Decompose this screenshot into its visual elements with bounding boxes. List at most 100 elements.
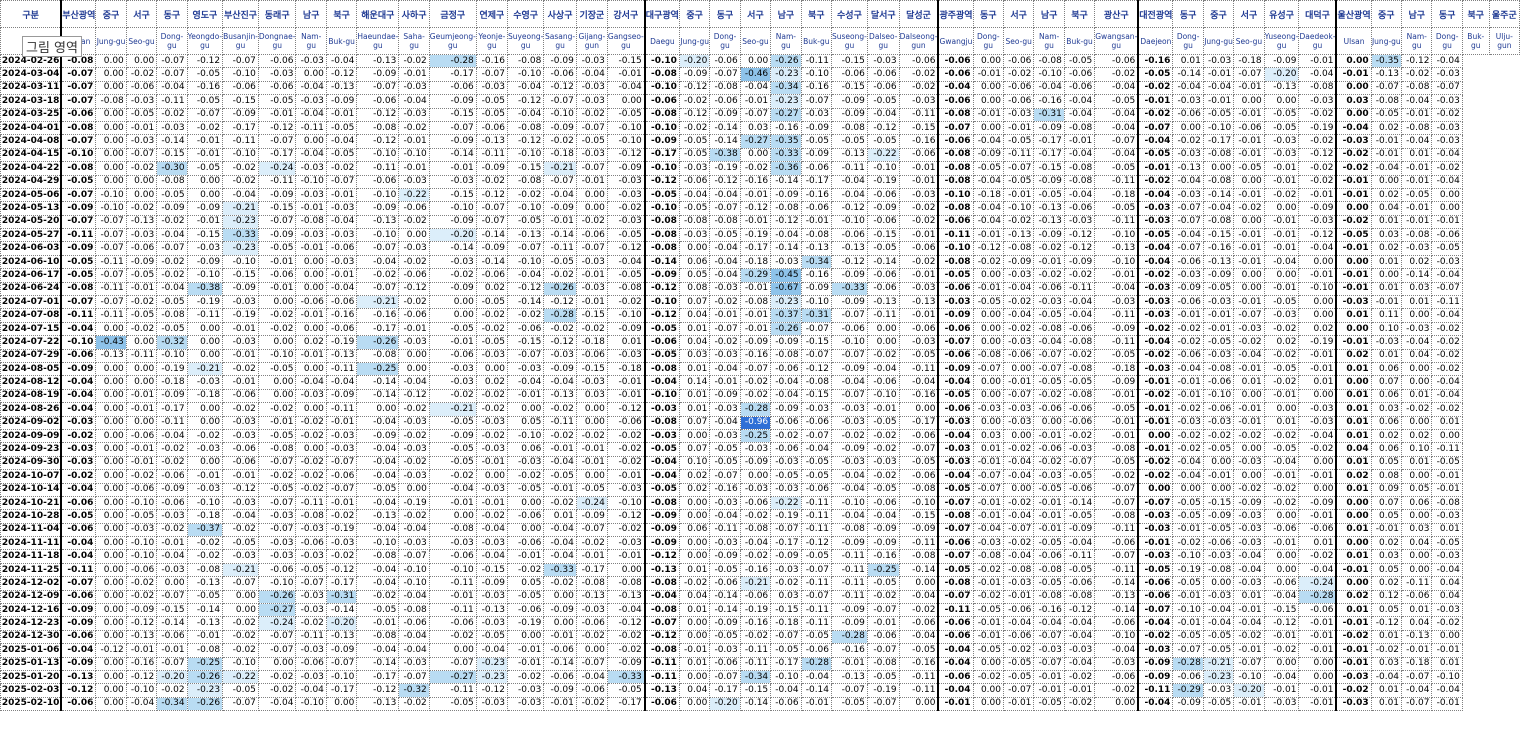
value-cell[interactable]: -0.15 bbox=[831, 53, 868, 69]
value-cell[interactable]: -0.09 bbox=[770, 335, 802, 350]
value-cell[interactable]: -0.03 bbox=[709, 495, 741, 511]
value-cell[interactable]: -0.07 bbox=[356, 80, 400, 96]
value-cell[interactable]: 0.00 bbox=[678, 669, 711, 685]
value-cell[interactable]: -0.08 bbox=[575, 576, 608, 591]
value-cell[interactable]: -0.07 bbox=[831, 308, 868, 323]
value-cell[interactable]: 0.01 bbox=[678, 562, 711, 578]
value-cell[interactable]: -0.01 bbox=[1233, 361, 1265, 377]
value-cell[interactable]: -0.03 bbox=[575, 254, 608, 270]
value-cell[interactable]: -0.10 bbox=[1094, 228, 1139, 243]
value-cell[interactable]: -0.03 bbox=[295, 94, 327, 109]
value-cell[interactable]: -0.03 bbox=[295, 161, 327, 176]
value-cell[interactable]: -0.05 bbox=[606, 107, 646, 122]
value-cell[interactable]: -0.07 bbox=[1137, 495, 1174, 511]
value-cell[interactable]: -0.10 bbox=[506, 428, 545, 444]
value-cell[interactable]: -0.02 bbox=[972, 589, 1004, 605]
value-cell[interactable]: -0.04 bbox=[575, 67, 608, 82]
value-cell[interactable]: -0.06 bbox=[295, 295, 327, 310]
value-cell[interactable]: -0.03 bbox=[186, 241, 224, 256]
value-cell[interactable]: -0.07 bbox=[831, 348, 868, 363]
value-cell[interactable]: -0.03 bbox=[1063, 442, 1096, 457]
value-cell[interactable]: -0.03 bbox=[770, 482, 802, 497]
value-cell[interactable]: -0.02 bbox=[739, 629, 772, 645]
value-cell[interactable]: -0.15 bbox=[606, 53, 646, 69]
value-cell[interactable]: -0.07 bbox=[95, 268, 127, 283]
value-cell[interactable]: 0.00 bbox=[972, 388, 1004, 404]
value-cell[interactable]: -0.15 bbox=[506, 335, 545, 350]
value-cell[interactable]: -0.04 bbox=[709, 187, 741, 203]
value-cell[interactable]: -0.04 bbox=[770, 228, 802, 243]
value-cell[interactable]: -0.04 bbox=[1298, 67, 1337, 82]
value-cell[interactable]: -0.05 bbox=[606, 683, 646, 698]
value-cell[interactable]: -0.13 bbox=[186, 616, 224, 631]
value-cell[interactable]: -0.09 bbox=[60, 656, 97, 671]
value-cell[interactable]: -0.20 bbox=[156, 669, 188, 685]
column-header-en[interactable]: Buk-gu bbox=[1063, 27, 1096, 55]
value-cell[interactable]: -0.04 bbox=[1094, 80, 1139, 96]
value-cell[interactable]: -0.03 bbox=[1202, 415, 1235, 430]
value-cell[interactable]: -0.04 bbox=[709, 361, 741, 377]
value-cell[interactable]: -0.05 bbox=[866, 134, 900, 149]
value-cell[interactable]: -0.35 bbox=[1370, 53, 1403, 69]
value-cell[interactable]: -0.22 bbox=[398, 187, 430, 203]
column-header-ko[interactable]: 서구 bbox=[1002, 0, 1035, 28]
value-cell[interactable]: -0.02 bbox=[156, 254, 188, 270]
value-cell[interactable]: -0.04 bbox=[295, 375, 327, 390]
value-cell[interactable]: 0.00 bbox=[1233, 442, 1265, 457]
value-cell[interactable]: -0.08 bbox=[643, 603, 680, 618]
value-cell[interactable]: -0.11 bbox=[125, 348, 158, 363]
value-cell[interactable]: -0.13 bbox=[1094, 241, 1139, 256]
value-cell[interactable]: -0.17 bbox=[770, 536, 802, 551]
value-cell[interactable]: 0.00 bbox=[428, 295, 477, 310]
value-cell[interactable]: -0.06 bbox=[325, 295, 358, 310]
value-cell[interactable]: -0.02 bbox=[398, 402, 430, 417]
row-date-cell[interactable]: 2025-01-13 bbox=[0, 656, 62, 671]
value-cell[interactable]: 0.00 bbox=[125, 361, 158, 377]
value-cell[interactable]: 0.00 bbox=[95, 603, 127, 618]
value-cell[interactable]: -0.02 bbox=[1233, 629, 1265, 645]
value-cell[interactable]: -0.02 bbox=[709, 335, 741, 350]
column-header-ko[interactable]: 남구 bbox=[295, 0, 327, 28]
value-cell[interactable]: -0.03 bbox=[770, 254, 802, 270]
value-cell[interactable]: -0.14 bbox=[866, 254, 900, 270]
value-cell[interactable]: -0.04 bbox=[972, 201, 1004, 216]
column-header-en[interactable]: Yeonje-gu bbox=[475, 27, 508, 55]
value-cell[interactable]: -0.05 bbox=[866, 669, 900, 685]
value-cell[interactable]: -0.01 bbox=[606, 469, 646, 484]
column-header-en[interactable]: Nam-gu bbox=[770, 27, 802, 55]
value-cell[interactable]: 0.02 bbox=[1335, 589, 1372, 605]
value-cell[interactable]: -0.05 bbox=[643, 321, 680, 337]
value-cell[interactable]: -0.05 bbox=[606, 228, 646, 243]
value-cell[interactable]: -0.01 bbox=[1172, 616, 1204, 631]
value-cell[interactable]: -0.01 bbox=[1370, 295, 1403, 310]
value-cell[interactable]: -0.01 bbox=[1335, 174, 1372, 189]
value-cell[interactable]: -0.04 bbox=[1137, 241, 1174, 256]
value-cell[interactable]: -0.04 bbox=[1298, 241, 1337, 256]
column-header-en[interactable]: Jung-gu bbox=[1370, 27, 1403, 55]
value-cell[interactable]: -0.06 bbox=[1263, 576, 1300, 591]
value-cell[interactable]: -0.08 bbox=[1094, 442, 1139, 457]
value-cell[interactable]: -0.18 bbox=[972, 187, 1004, 203]
value-cell[interactable]: 0.07 bbox=[1370, 375, 1403, 390]
value-cell[interactable]: 0.01 bbox=[1172, 53, 1204, 69]
value-cell[interactable]: -0.04 bbox=[643, 589, 680, 605]
value-cell[interactable]: -0.04 bbox=[1063, 536, 1096, 551]
value-cell[interactable]: 0.04 bbox=[1401, 616, 1433, 631]
value-cell[interactable]: -0.02 bbox=[1137, 268, 1174, 283]
column-header-ko[interactable]: 달서구 bbox=[866, 0, 900, 28]
value-cell[interactable]: -0.01 bbox=[606, 388, 646, 404]
value-cell[interactable]: 0.00 bbox=[398, 348, 430, 363]
value-cell[interactable]: 0.00 bbox=[295, 254, 327, 270]
value-cell[interactable]: -0.38 bbox=[186, 281, 224, 297]
value-cell[interactable]: -0.01 bbox=[325, 107, 358, 122]
value-cell[interactable]: -0.16 bbox=[739, 562, 772, 578]
value-cell[interactable]: -0.05 bbox=[1172, 576, 1204, 591]
value-cell[interactable]: -0.02 bbox=[1431, 402, 1463, 417]
value-cell[interactable]: -0.24 bbox=[257, 161, 297, 176]
column-header-ko[interactable]: 동래구 bbox=[257, 0, 297, 28]
value-cell[interactable]: -0.05 bbox=[1202, 281, 1235, 297]
value-cell[interactable]: -0.05 bbox=[1202, 335, 1235, 350]
value-cell[interactable]: -0.15 bbox=[831, 80, 868, 96]
value-cell[interactable]: -0.03 bbox=[1137, 509, 1174, 524]
column-header-en[interactable]: Gwangju bbox=[937, 27, 974, 55]
